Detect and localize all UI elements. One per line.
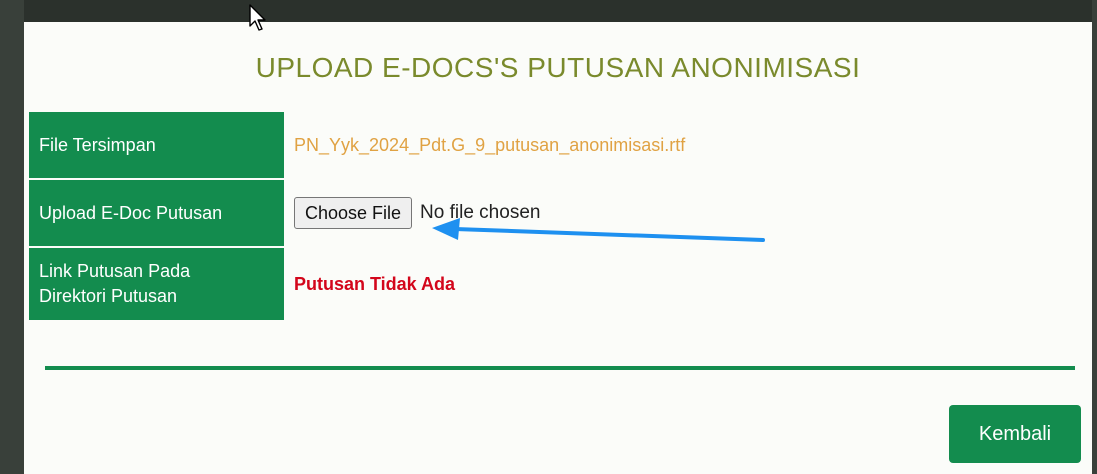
- backdrop-left-edge: [0, 0, 24, 474]
- row-file-tersimpan: File Tersimpan PN_Yyk_2024_Pdt.G_9_putus…: [29, 112, 1079, 178]
- file-input-status: No file chosen: [420, 202, 541, 223]
- row-value-link-putusan: Putusan Tidak Ada: [294, 248, 455, 320]
- footer-divider: [45, 366, 1075, 370]
- mouse-pointer-icon: [249, 4, 266, 31]
- putusan-status-text: Putusan Tidak Ada: [294, 273, 456, 294]
- row-upload-edoc: Upload E-Doc Putusan Choose File No file…: [29, 180, 1079, 246]
- row-label-line2: Direktori Putusan: [39, 286, 178, 306]
- kembali-button[interactable]: Kembali: [949, 405, 1081, 463]
- row-label-upload-edoc: Upload E-Doc Putusan: [29, 180, 284, 246]
- row-link-putusan: Link Putusan Pada Direktori Putusan Putu…: [29, 248, 1079, 320]
- upload-modal: UPLOAD E-DOCS'S PUTUSAN ANONIMISASI File…: [24, 22, 1092, 474]
- row-label-file-tersimpan: File Tersimpan: [29, 112, 284, 178]
- backdrop-right-edge: [1092, 0, 1097, 474]
- file-input[interactable]: Choose File No file chosen: [294, 180, 540, 246]
- row-label-line1: Link Putusan Pada: [39, 261, 191, 281]
- stored-file-name: PN_Yyk_2024_Pdt.G_9_putusan_anonimisasi.…: [294, 134, 686, 155]
- backdrop-top-edge: [24, 0, 1092, 22]
- modal-title: UPLOAD E-DOCS'S PUTUSAN ANONIMISASI: [255, 52, 861, 83]
- row-value-file-tersimpan: PN_Yyk_2024_Pdt.G_9_putusan_anonimisasi.…: [294, 112, 685, 178]
- row-label-link-putusan: Link Putusan Pada Direktori Putusan: [29, 248, 284, 320]
- choose-file-button[interactable]: Choose File: [294, 197, 413, 229]
